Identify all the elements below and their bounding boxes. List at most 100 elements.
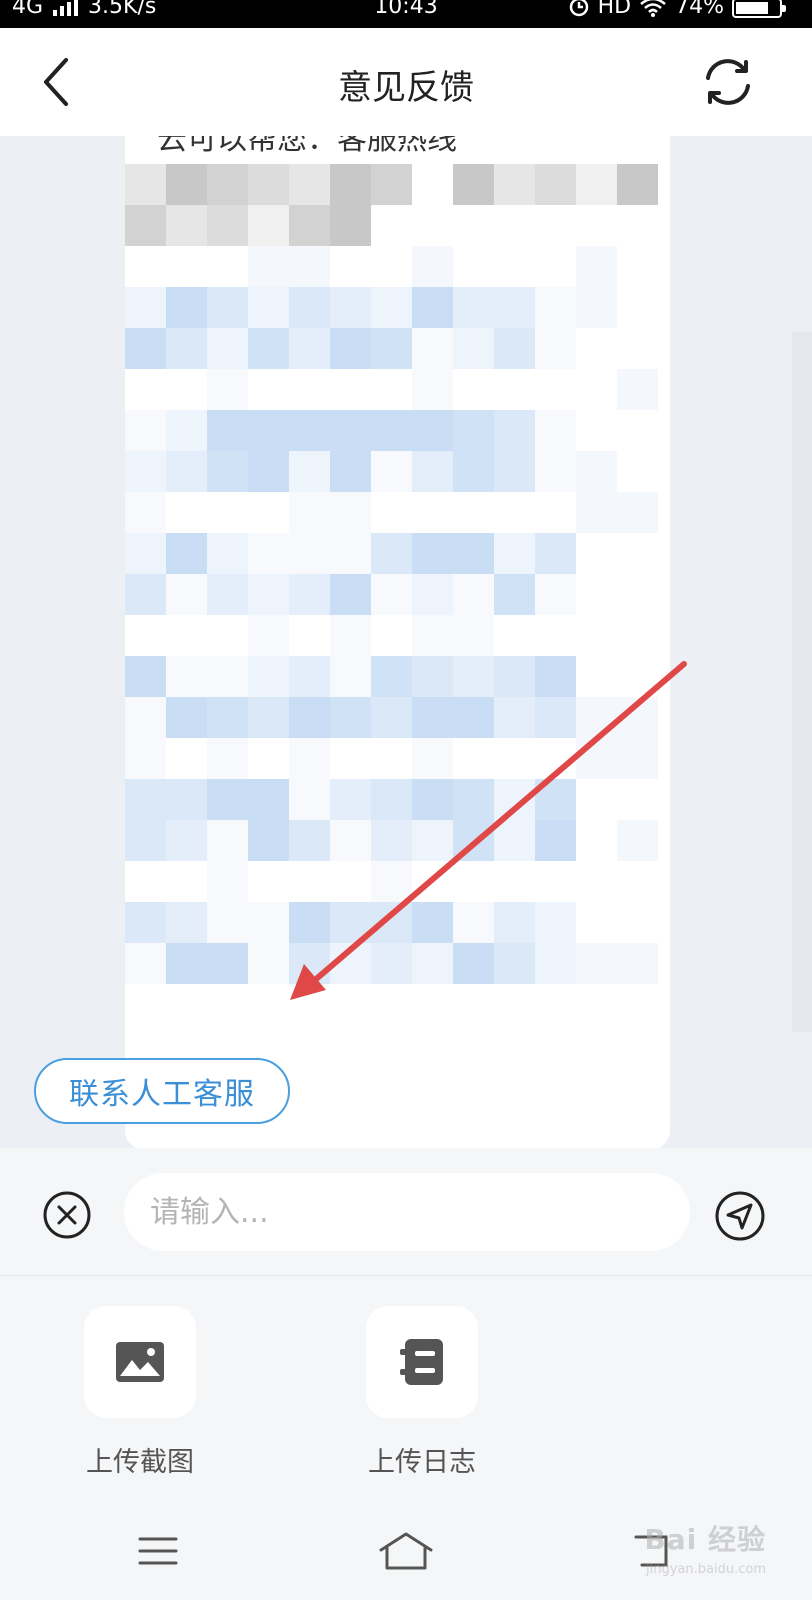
mosaic-cell <box>166 328 207 369</box>
mosaic-cell <box>617 287 658 328</box>
mosaic-cell <box>125 287 166 328</box>
refresh-button[interactable] <box>694 48 762 116</box>
mosaic-cell <box>207 246 248 287</box>
mosaic-cell <box>207 492 248 533</box>
mosaic-cell <box>535 492 576 533</box>
mosaic-cell <box>371 779 412 820</box>
mosaic-cell <box>207 328 248 369</box>
mosaic-cell <box>289 164 330 205</box>
mosaic-cell <box>412 615 453 656</box>
mosaic-cell <box>576 451 617 492</box>
mosaic-cell <box>166 451 207 492</box>
mosaic-cell <box>576 533 617 574</box>
mosaic-cell <box>125 164 166 205</box>
mosaic-cell <box>371 451 412 492</box>
mosaic-cell <box>453 943 494 984</box>
mosaic-cell <box>576 492 617 533</box>
mosaic-cell <box>207 205 248 246</box>
mosaic-cell <box>617 861 658 902</box>
mosaic-cell <box>617 697 658 738</box>
mosaic-cell <box>412 451 453 492</box>
mosaic-cell <box>289 738 330 779</box>
mosaic-cell <box>125 615 166 656</box>
send-icon[interactable] <box>714 1190 766 1242</box>
mosaic-cell <box>248 574 289 615</box>
mosaic-cell <box>330 369 371 410</box>
mosaic-cell <box>494 574 535 615</box>
mosaic-cell <box>535 943 576 984</box>
mosaic-cell <box>125 410 166 451</box>
mosaic-cell <box>207 369 248 410</box>
mosaic-cell <box>453 328 494 369</box>
hd-indicator: HD <box>597 0 632 19</box>
mosaic-cell <box>535 164 576 205</box>
message-input[interactable] <box>124 1173 690 1251</box>
mosaic-cell <box>576 246 617 287</box>
mosaic-cell <box>330 492 371 533</box>
mosaic-cell <box>494 287 535 328</box>
mosaic-cell <box>330 697 371 738</box>
mosaic-cell <box>453 615 494 656</box>
mosaic-cell <box>371 738 412 779</box>
mosaic-cell <box>371 697 412 738</box>
mosaic-cell <box>248 287 289 328</box>
mosaic-cell <box>330 779 371 820</box>
mosaic-cell <box>494 451 535 492</box>
header-bar: 意见反馈 <box>0 28 812 136</box>
mosaic-cell <box>289 369 330 410</box>
mosaic-cell <box>248 779 289 820</box>
upload-log-button[interactable] <box>366 1306 478 1418</box>
upload-log-tool[interactable]: 上传日志 <box>342 1306 502 1479</box>
input-bar <box>0 1148 812 1276</box>
mosaic-cell <box>371 410 412 451</box>
upload-screenshot-tool[interactable]: 上传截图 <box>60 1306 220 1479</box>
mosaic-cell <box>207 287 248 328</box>
mosaic-cell <box>330 656 371 697</box>
mosaic-cell <box>207 738 248 779</box>
mosaic-cell <box>494 656 535 697</box>
mosaic-cell <box>617 943 658 984</box>
mosaic-cell <box>617 533 658 574</box>
mosaic-cell <box>371 164 412 205</box>
menu-button[interactable] <box>126 1524 190 1578</box>
mosaic-cell <box>207 164 248 205</box>
mosaic-cell <box>289 820 330 861</box>
mosaic-cell <box>617 328 658 369</box>
contact-human-service-button[interactable]: 联系人工客服 <box>34 1058 290 1124</box>
wifi-icon <box>640 0 666 17</box>
mosaic-cell <box>125 820 166 861</box>
mosaic-cell <box>289 205 330 246</box>
mosaic-cell <box>166 246 207 287</box>
mosaic-cell <box>371 656 412 697</box>
mosaic-cell <box>330 246 371 287</box>
mosaic-cell <box>576 164 617 205</box>
mosaic-cell <box>412 820 453 861</box>
mosaic-cell <box>289 943 330 984</box>
mosaic-cell <box>125 902 166 943</box>
system-nav-bar: Bai 经验 jingyan.baidu.com <box>0 1500 812 1600</box>
mosaic-cell <box>494 615 535 656</box>
mosaic-cell <box>535 328 576 369</box>
mosaic-cell <box>166 697 207 738</box>
mosaic-cell <box>576 861 617 902</box>
mosaic-cell <box>166 164 207 205</box>
mosaic-cell <box>412 779 453 820</box>
mosaic-cell <box>576 615 617 656</box>
mosaic-cell <box>166 902 207 943</box>
mosaic-cell <box>412 697 453 738</box>
mosaic-cell <box>330 164 371 205</box>
mosaic-cell <box>125 697 166 738</box>
mosaic-cell <box>453 205 494 246</box>
mosaic-cell <box>494 328 535 369</box>
mosaic-cell <box>576 205 617 246</box>
mosaic-cell <box>412 328 453 369</box>
mosaic-cell <box>412 574 453 615</box>
mosaic-cell <box>289 410 330 451</box>
watermark-brand: Bai 经验 <box>644 1523 766 1556</box>
upload-screenshot-button[interactable] <box>84 1306 196 1418</box>
mosaic-cell <box>617 902 658 943</box>
close-circle-icon[interactable] <box>42 1190 92 1240</box>
home-button[interactable] <box>374 1524 438 1578</box>
mosaic-cell <box>166 656 207 697</box>
mosaic-cell <box>166 287 207 328</box>
